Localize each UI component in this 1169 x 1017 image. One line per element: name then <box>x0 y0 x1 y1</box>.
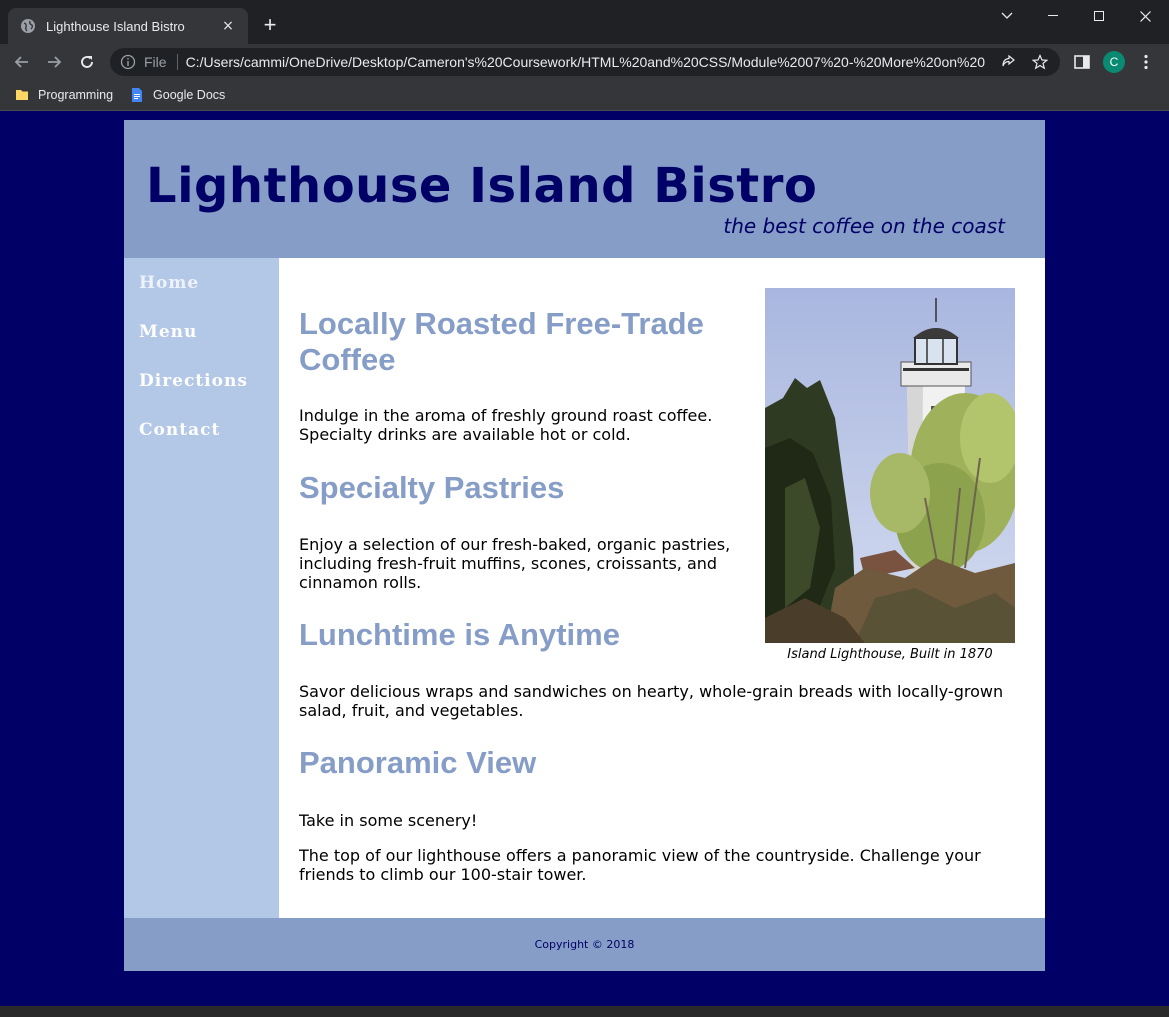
share-icon[interactable] <box>998 52 1018 72</box>
bookmark-label: Programming <box>38 88 114 102</box>
globe-icon <box>21 19 35 33</box>
address-scheme: File <box>144 54 167 70</box>
tab-search-icon[interactable] <box>984 4 1030 28</box>
section-paragraph: Enjoy a selection of our fresh-baked, or… <box>299 535 731 592</box>
copyright-text: Copyright © 2018 <box>534 938 635 951</box>
profile-avatar[interactable]: C <box>1102 50 1126 74</box>
nav-link-home[interactable]: Home <box>139 273 199 293</box>
minimize-icon[interactable] <box>1030 4 1076 28</box>
bookmark-label: Google Docs <box>153 88 226 102</box>
page-tagline: the best coffee on the coast <box>723 214 1005 238</box>
menu-kebab-icon[interactable] <box>1134 50 1158 74</box>
main-content: Island Lighthouse, Built in 1870 Locally… <box>279 258 1045 918</box>
section-paragraph: The top of our lighthouse offers a panor… <box>299 846 981 884</box>
section-paragraph: Savor delicious wraps and sandwiches on … <box>299 682 1004 720</box>
section-heading: Locally Roasted Free-Trade Coffee <box>299 306 704 377</box>
address-bar[interactable]: File C:/Users/cammi/OneDrive/Desktop/Cam… <box>110 48 1060 76</box>
bookmark-star-icon[interactable] <box>1030 52 1050 72</box>
lighthouse-figure: Island Lighthouse, Built in 1870 <box>765 288 1015 662</box>
bookmark-google-docs[interactable]: Google Docs <box>129 87 225 103</box>
taskbar-strip <box>0 1006 1169 1017</box>
section-heading: Lunchtime is Anytime <box>299 617 620 652</box>
forward-arrow-icon[interactable] <box>42 50 66 74</box>
address-divider <box>176 54 178 70</box>
site-footer: Copyright © 2018 <box>124 918 1045 971</box>
nav-link-directions[interactable]: Directions <box>139 371 248 391</box>
bookmarks-bar: Programming Google Docs <box>0 80 1169 111</box>
lighthouse-photo <box>765 288 1015 643</box>
page-wrapper: Lighthouse Island Bistro the best coffee… <box>124 120 1045 971</box>
page-title: Lighthouse Island Bistro <box>146 158 818 214</box>
site-header: Lighthouse Island Bistro the best coffee… <box>124 120 1045 258</box>
back-arrow-icon[interactable] <box>10 50 34 74</box>
folder-icon <box>16 90 28 100</box>
site-nav: Home Menu Directions Contact <box>124 258 279 918</box>
nav-link-menu[interactable]: Menu <box>139 322 197 342</box>
section-heading: Specialty Pastries <box>299 470 565 505</box>
reload-icon[interactable] <box>75 50 99 74</box>
address-url[interactable]: C:/Users/cammi/OneDrive/Desktop/Cameron'… <box>186 54 986 70</box>
close-window-icon[interactable] <box>1122 4 1168 28</box>
tab-close-icon[interactable]: × <box>220 18 236 34</box>
browser-tab-strip: Lighthouse Island Bistro × + <box>0 0 1169 44</box>
avatar: C <box>1103 51 1125 73</box>
figure-caption: Island Lighthouse, Built in 1870 <box>787 647 993 662</box>
google-docs-icon <box>132 88 143 102</box>
info-icon[interactable] <box>120 54 136 70</box>
section-heading: Panoramic View <box>299 745 537 780</box>
section-paragraph: Indulge in the aroma of freshly ground r… <box>299 406 713 444</box>
section-paragraph: Take in some scenery! <box>299 811 478 830</box>
bookmark-programming[interactable]: Programming <box>14 87 113 103</box>
new-tab-button[interactable]: + <box>258 14 282 38</box>
tab-title: Lighthouse Island Bistro <box>46 18 185 34</box>
browser-tab[interactable]: Lighthouse Island Bistro × <box>8 8 248 44</box>
side-panel-icon[interactable] <box>1070 50 1094 74</box>
maximize-icon[interactable] <box>1076 4 1122 28</box>
browser-toolbar: File C:/Users/cammi/OneDrive/Desktop/Cam… <box>0 44 1169 80</box>
nav-link-contact[interactable]: Contact <box>139 420 220 440</box>
